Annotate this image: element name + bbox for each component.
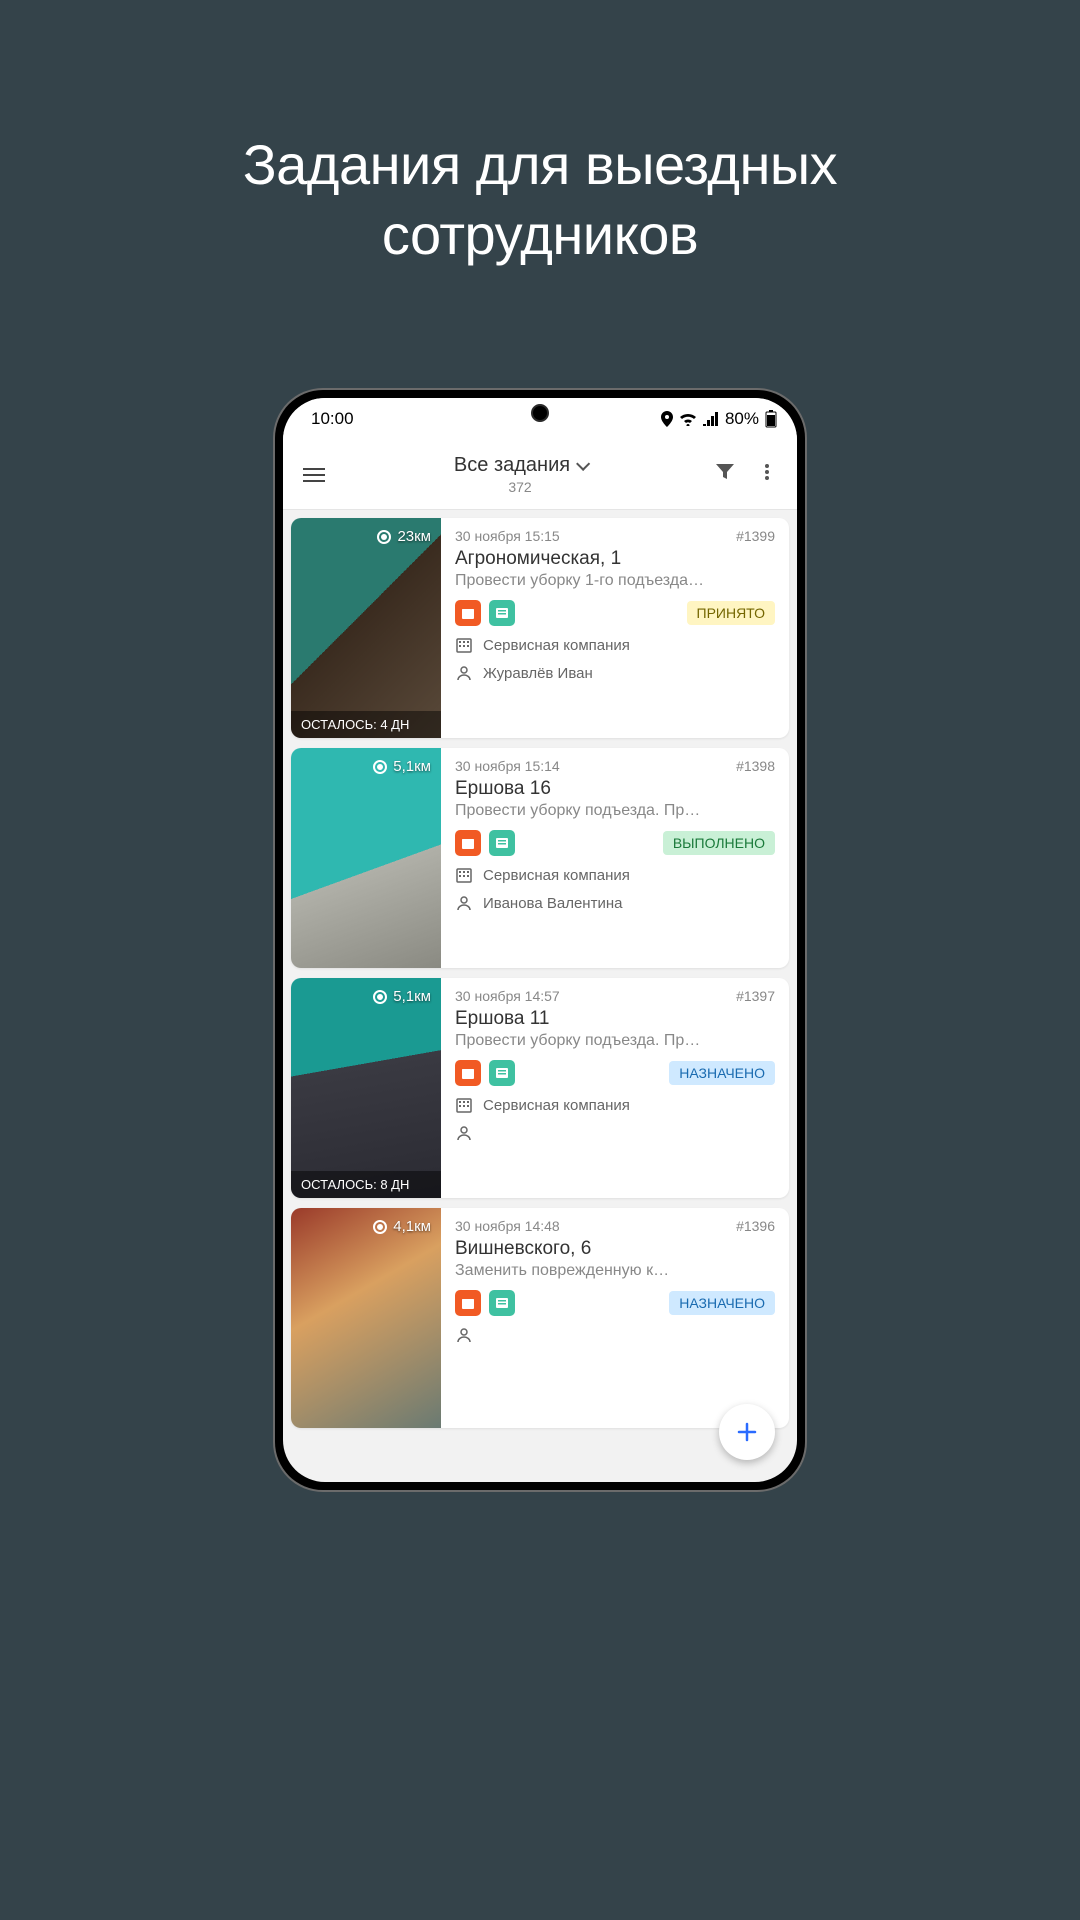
assignee-line <box>455 1326 775 1344</box>
person-icon <box>455 1326 473 1344</box>
assignee-line: Журавлёв Иван <box>455 664 775 682</box>
checklist-icon <box>489 830 515 856</box>
attachment-icon <box>455 600 481 626</box>
more-button[interactable] <box>747 452 787 497</box>
task-desc: Заменить поврежденную к… <box>455 1262 775 1280</box>
attachment-icon <box>455 830 481 856</box>
task-card[interactable]: 4,1км 30 ноября 14:48 #1396 Вишневского,… <box>291 1208 789 1428</box>
checklist-icon <box>489 1060 515 1086</box>
task-title: Вишневского, 6 <box>455 1238 775 1260</box>
task-id: #1396 <box>736 1218 775 1234</box>
task-id: #1399 <box>736 528 775 544</box>
task-id: #1397 <box>736 988 775 1004</box>
camera-cutout <box>531 404 549 422</box>
target-icon <box>373 990 387 1004</box>
attachment-icon <box>455 1290 481 1316</box>
company-line: Сервисная компания <box>455 866 775 884</box>
checklist-icon <box>489 1290 515 1316</box>
task-datetime: 30 ноября 15:15 <box>455 528 560 544</box>
person-icon <box>455 894 473 912</box>
task-card[interactable]: 23км ОСТАЛОСЬ: 4 ДН 30 ноября 15:15 #139… <box>291 518 789 738</box>
phone-frame: 10:00 80% Все задания 372 <box>275 390 805 1490</box>
signal-icon <box>703 412 719 426</box>
task-desc: Провести уборку 1-го подъезда… <box>455 572 775 590</box>
attachment-icon <box>455 1060 481 1086</box>
battery-icon <box>765 410 777 428</box>
task-thumbnail: 4,1км <box>291 1208 441 1428</box>
task-count: 372 <box>335 479 705 495</box>
assignee-line <box>455 1124 775 1142</box>
task-card[interactable]: 5,1км ОСТАЛОСЬ: 8 ДН 30 ноября 14:57 #13… <box>291 978 789 1198</box>
distance-label: 23км <box>377 528 431 545</box>
task-thumbnail: 5,1км <box>291 748 441 968</box>
target-icon <box>373 1220 387 1234</box>
task-thumbnail: 5,1км ОСТАЛОСЬ: 8 ДН <box>291 978 441 1198</box>
location-icon <box>661 411 673 427</box>
building-icon <box>455 1096 473 1114</box>
more-vert-icon <box>757 462 777 482</box>
statusbar-time: 10:00 <box>311 409 354 429</box>
task-card[interactable]: 5,1км 30 ноября 15:14 #1398 Ершова 16 Пр… <box>291 748 789 968</box>
filter-button[interactable] <box>705 452 745 497</box>
task-datetime: 30 ноября 15:14 <box>455 758 560 774</box>
task-id: #1398 <box>736 758 775 774</box>
task-title: Ершова 11 <box>455 1008 775 1030</box>
remaining-label: ОСТАЛОСЬ: 4 ДН <box>291 711 441 738</box>
funnel-icon <box>715 462 735 482</box>
building-icon <box>455 866 473 884</box>
plus-icon <box>735 1420 759 1444</box>
task-desc: Провести уборку подъезда. Пр… <box>455 802 775 820</box>
task-datetime: 30 ноября 14:57 <box>455 988 560 1004</box>
assignee-line: Иванова Валентина <box>455 894 775 912</box>
task-thumbnail: 23км ОСТАЛОСЬ: 4 ДН <box>291 518 441 738</box>
task-desc: Провести уборку подъезда. Пр… <box>455 1032 775 1050</box>
person-icon <box>455 1124 473 1142</box>
person-icon <box>455 664 473 682</box>
company-line: Сервисная компания <box>455 636 775 654</box>
fab-add[interactable] <box>719 1404 775 1460</box>
chevron-down-icon <box>576 456 590 470</box>
status-badge: ПРИНЯТО <box>687 601 776 625</box>
status-badge: НАЗНАЧЕНО <box>669 1061 775 1085</box>
wifi-icon <box>679 412 697 426</box>
distance-label: 4,1км <box>373 1218 431 1235</box>
building-icon <box>455 636 473 654</box>
target-icon <box>377 530 391 544</box>
task-title: Агрономическая, 1 <box>455 548 775 570</box>
task-title: Ершова 16 <box>455 778 775 800</box>
filter-dropdown[interactable]: Все задания <box>454 454 586 477</box>
remaining-label: ОСТАЛОСЬ: 8 ДН <box>291 1171 441 1198</box>
target-icon <box>373 760 387 774</box>
appbar: Все задания 372 <box>283 440 797 510</box>
battery-text: 80% <box>725 409 759 429</box>
status-badge: НАЗНАЧЕНО <box>669 1291 775 1315</box>
status-badge: ВЫПОЛНЕНО <box>663 831 775 855</box>
checklist-icon <box>489 600 515 626</box>
distance-label: 5,1км <box>373 988 431 1005</box>
promo-title: Задания для выездных сотрудников <box>0 0 1080 270</box>
task-list[interactable]: 23км ОСТАЛОСЬ: 4 ДН 30 ноября 15:15 #139… <box>283 510 797 1436</box>
distance-label: 5,1км <box>373 758 431 775</box>
task-datetime: 30 ноября 14:48 <box>455 1218 560 1234</box>
company-line: Сервисная компания <box>455 1096 775 1114</box>
menu-button[interactable] <box>293 454 335 496</box>
